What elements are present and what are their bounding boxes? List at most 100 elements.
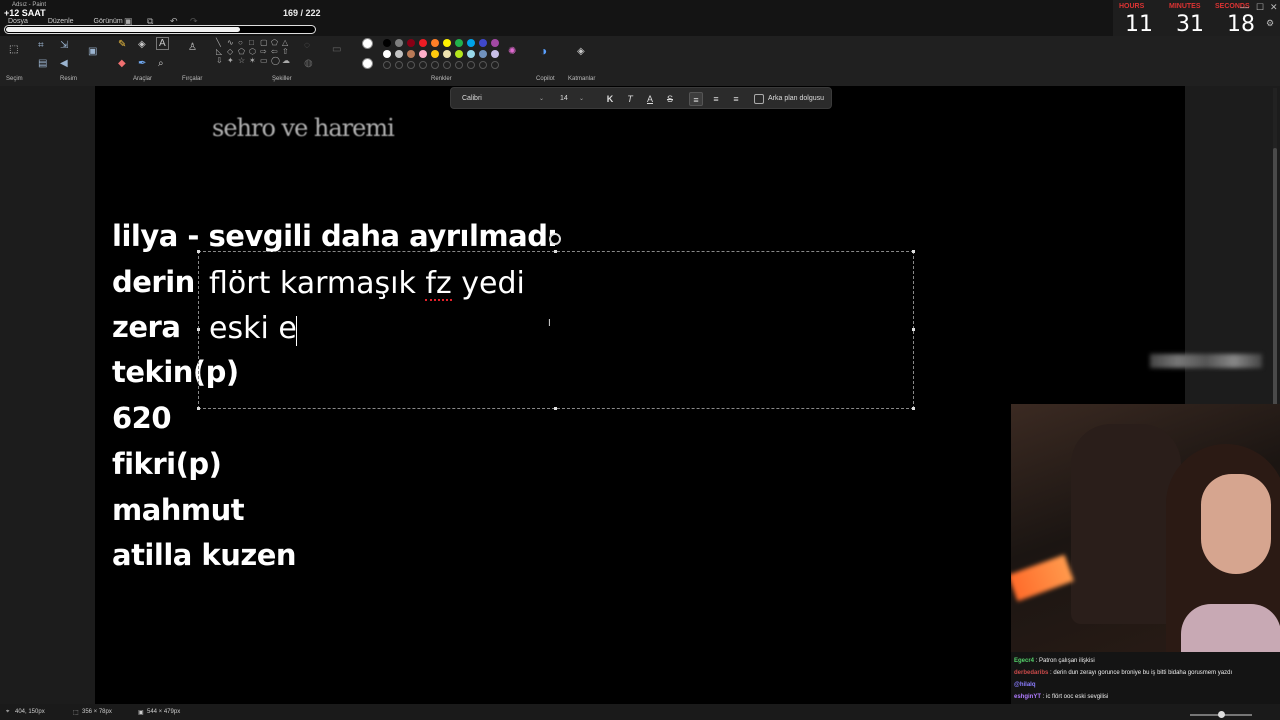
color-swatch[interactable] [443,39,451,47]
color-swatch[interactable] [395,39,403,47]
resize-handle[interactable] [912,250,915,253]
pentagon-shape-icon[interactable]: ⬠ [238,47,249,56]
arrow-left-shape-icon[interactable]: ⇦ [271,47,282,56]
selection-icon[interactable]: ⬚ [9,44,18,55]
crop-icon[interactable]: ⌗ [38,40,44,51]
align-center-icon[interactable]: ≡ [709,92,723,106]
eraser-icon[interactable]: ◆ [118,58,126,69]
strikethrough-button[interactable]: S [663,92,677,106]
flip-icon[interactable]: ◀ [60,58,68,69]
pencil-icon[interactable]: ✎ [118,39,126,50]
magnifier-icon[interactable]: ⌕ [158,58,164,69]
color-swatch[interactable] [395,50,403,58]
layers-icon[interactable]: ◈ [577,46,585,57]
rtriangle-shape-icon[interactable]: ◺ [216,47,227,56]
menu-file[interactable]: Dosya [6,18,30,25]
color-swatch[interactable] [455,39,463,47]
arrow-down-shape-icon[interactable]: ⇩ [216,56,227,65]
align-left-icon[interactable]: ≡ [689,92,703,106]
color-swatch[interactable] [491,39,499,47]
color-swatch[interactable] [431,39,439,47]
underline-button[interactable]: A [643,92,657,106]
chat-username[interactable]: derbedaribs [1014,670,1048,676]
font-size-select[interactable]: 14 [557,92,589,106]
color-swatch[interactable] [431,50,439,58]
custom-color-slot[interactable] [407,61,415,69]
star5-shape-icon[interactable]: ☆ [238,56,249,65]
triangle-shape-icon[interactable]: △ [282,38,293,47]
roundrect-shape-icon[interactable]: ▢ [260,38,271,47]
color-swatch[interactable] [443,50,451,58]
text-box-line[interactable]: flört karmaşık fz yedi [209,266,525,301]
resize-icon[interactable]: ⇲ [60,40,68,51]
edit-colors-icon[interactable]: ✺ [508,46,516,57]
custom-color-slot[interactable] [431,61,439,69]
color-swatch[interactable] [479,50,487,58]
chat-username[interactable]: @hilalq [1014,682,1036,688]
custom-color-slot[interactable] [395,61,403,69]
shapes-gallery[interactable]: ╲ ∿ ○ □ ▢ ⬠ △ ◺ ◇ ⬠ ⬡ ⇨ ⇦ ⇧ ⇩ ✦ ☆ ✶ ▭ ◯ ☁ [216,38,294,74]
color-swatch[interactable] [479,39,487,47]
resize-handle[interactable] [197,328,200,331]
italic-button[interactable]: T [623,92,637,106]
text-box-line[interactable]: eski e [209,311,297,346]
custom-color-slot[interactable] [479,61,487,69]
resize-handle[interactable] [554,407,557,410]
arrow-right-shape-icon[interactable]: ⇨ [260,47,271,56]
settings-icon[interactable]: ⚙ [1266,18,1274,29]
custom-color-slot[interactable] [491,61,499,69]
custom-color-slot[interactable] [443,61,451,69]
resize-handle[interactable] [197,407,200,410]
color-swatch[interactable] [467,39,475,47]
color-swatch[interactable] [407,39,415,47]
custom-color-slot[interactable] [467,61,475,69]
fill-style-icon[interactable]: ◍ [304,58,313,69]
color-picker-icon[interactable]: ✒ [138,58,146,69]
resize-handle[interactable] [197,250,200,253]
line-shape-icon[interactable]: ╲ [216,38,227,47]
callout-oval-shape-icon[interactable]: ◯ [271,56,282,65]
text-tool-icon[interactable]: A [156,37,169,50]
rect-shape-icon[interactable]: □ [249,38,260,47]
chat-username[interactable]: Egecr4 [1014,658,1034,664]
resize-handle[interactable] [912,407,915,410]
custom-color-slot[interactable] [419,61,427,69]
resize-handle[interactable] [912,328,915,331]
oval-shape-icon[interactable]: ○ [238,38,249,47]
close-icon[interactable]: ✕ [1270,2,1278,13]
custom-color-slot[interactable] [455,61,463,69]
color-swatch[interactable] [383,39,391,47]
custom-color-slot[interactable] [383,61,391,69]
shape-size-icon[interactable]: ▭ [332,44,341,55]
align-right-icon[interactable]: ≡ [729,92,743,106]
background-fill-checkbox[interactable] [754,94,764,104]
arrow-up-shape-icon[interactable]: ⇧ [282,47,293,56]
minimize-icon[interactable]: — [1240,2,1249,12]
secondary-color-swatch[interactable] [362,58,373,69]
zoom-slider-knob[interactable] [1218,711,1225,718]
curve-shape-icon[interactable]: ∿ [227,38,238,47]
cloud-shape-icon[interactable]: ☁ [282,56,293,65]
font-family-select[interactable]: Calibri [459,92,551,106]
polygon-shape-icon[interactable]: ⬠ [271,38,282,47]
hexagon-shape-icon[interactable]: ⬡ [249,47,260,56]
color-swatch[interactable] [455,50,463,58]
callout-rect-shape-icon[interactable]: ▭ [260,56,271,65]
brush-icon[interactable]: ♙ [188,42,197,53]
menu-edit[interactable]: Düzenle [46,18,76,25]
color-swatch[interactable] [407,50,415,58]
outline-icon[interactable]: ◌ [304,40,310,51]
resize-handle[interactable] [554,250,557,253]
primary-color-swatch[interactable] [362,38,373,49]
image-select-icon[interactable]: ▣ [88,46,97,57]
color-swatch[interactable] [491,50,499,58]
star4-shape-icon[interactable]: ✦ [227,56,238,65]
fill-icon[interactable]: ◈ [138,39,146,50]
bold-button[interactable]: K [603,92,617,106]
rotate-icon[interactable]: ▤ [38,58,47,69]
star6-shape-icon[interactable]: ✶ [249,56,260,65]
color-swatch[interactable] [383,50,391,58]
menu-view[interactable]: Görünüm [92,18,125,25]
color-swatch[interactable] [419,50,427,58]
color-swatch[interactable] [467,50,475,58]
